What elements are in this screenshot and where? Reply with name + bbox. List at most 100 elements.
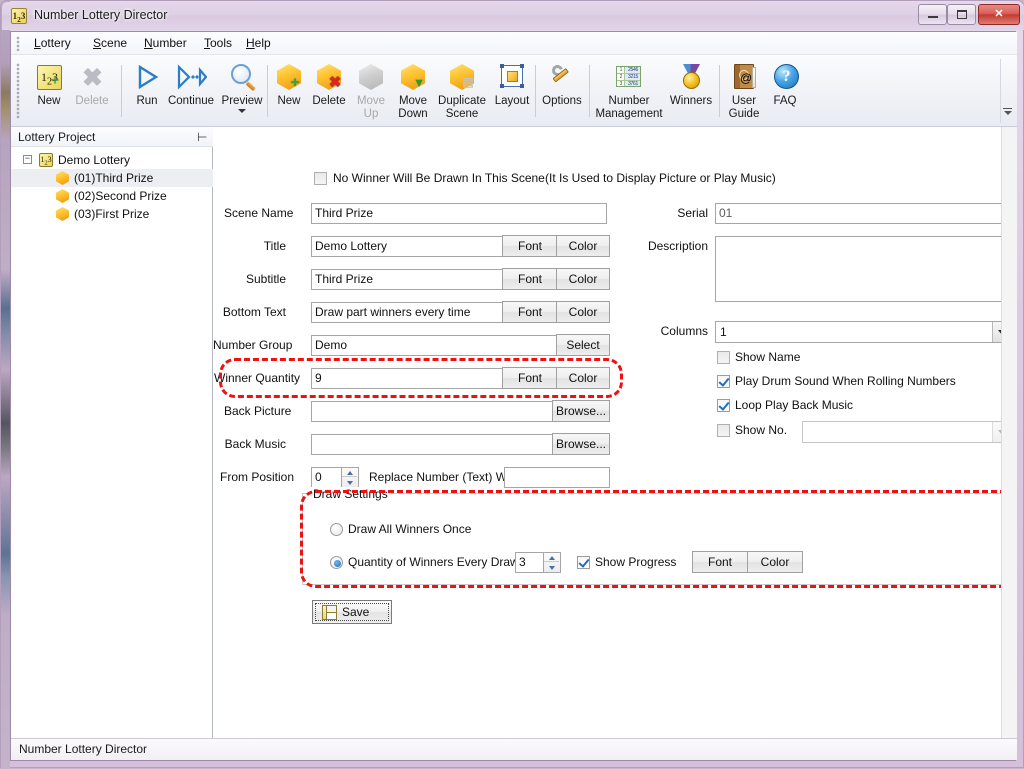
winner-quantity-color-button[interactable]: Color: [556, 367, 610, 389]
stepper-down-icon[interactable]: [342, 478, 357, 487]
number-group-input[interactable]: Demo: [311, 335, 558, 356]
quantity-every-draw-input[interactable]: 3: [515, 552, 544, 573]
scene-name-input[interactable]: Third Prize: [311, 203, 607, 224]
stepper-down-icon[interactable]: [544, 563, 559, 572]
show-no-select[interactable]: [802, 421, 1011, 443]
menu-number[interactable]: Number: [137, 35, 194, 52]
menu-lottery[interactable]: Lottery: [27, 35, 78, 52]
toolbar-continue-button[interactable]: Continue: [163, 59, 219, 123]
pin-icon[interactable]: ⊥: [195, 132, 209, 142]
close-button[interactable]: ✕: [978, 4, 1020, 25]
toolbar-duplicate-scene-button[interactable]: ▤ Duplicate Scene: [433, 59, 491, 123]
draw-all-winners-radio[interactable]: [330, 523, 343, 536]
no-winner-checkbox[interactable]: [314, 172, 327, 185]
from-position-input[interactable]: 0: [311, 467, 342, 488]
form-scrollbar[interactable]: [1001, 127, 1017, 740]
draw-settings-color-button[interactable]: Color: [747, 551, 803, 573]
replace-number-input[interactable]: [504, 467, 610, 488]
menu-grip-handle[interactable]: [16, 36, 20, 51]
bottom-text-input[interactable]: Draw part winners every time: [311, 302, 503, 323]
quantity-every-draw-stepper[interactable]: [544, 552, 561, 573]
quantity-every-draw-radio[interactable]: [330, 556, 343, 569]
cube-up-icon: [355, 61, 387, 93]
toolbar-run-button[interactable]: Run: [127, 59, 167, 123]
toolbar-options-button[interactable]: Options: [539, 59, 585, 123]
title-font-button[interactable]: Font: [502, 235, 558, 257]
toolbar-overflow-button[interactable]: [1000, 59, 1014, 123]
tree-item-second-prize[interactable]: (02)Second Prize: [11, 187, 213, 205]
bottom-text-font-button[interactable]: Font: [502, 301, 558, 323]
toolbar-user-guide-button[interactable]: @ User Guide: [723, 59, 765, 123]
menu-tools[interactable]: Tools: [197, 35, 239, 52]
show-no-checkbox[interactable]: [717, 424, 730, 437]
quantity-every-draw-label: Quantity of Winners Every Draw: [348, 555, 519, 569]
winner-quantity-label: Winner Quantity: [214, 371, 301, 385]
back-music-browse-button[interactable]: Browse...: [552, 433, 610, 455]
toolbar-number-management-button[interactable]: 1 2546 2 3215 3 3761 Number Management: [593, 59, 665, 123]
lottery-icon: 123: [39, 153, 53, 167]
toolbar-new-lottery-button[interactable]: 123 + New: [27, 59, 71, 123]
main-toolbar: 123 + New ✖ Delete Run Continue Preview …: [11, 55, 1017, 127]
play-drum-checkbox[interactable]: [717, 375, 730, 388]
toolbar-separator: [589, 65, 590, 117]
title-input[interactable]: Demo Lottery: [311, 236, 503, 257]
subtitle-color-button[interactable]: Color: [556, 268, 610, 290]
medal-icon: [675, 61, 707, 93]
chevron-down-icon[interactable]: [238, 109, 246, 113]
number-group-label: Number Group: [213, 338, 293, 352]
draw-settings-font-button[interactable]: Font: [692, 551, 748, 573]
show-progress-checkbox[interactable]: [577, 556, 590, 569]
toolbar-preview-button[interactable]: Preview: [215, 59, 269, 123]
toolbar-delete-lottery-button[interactable]: ✖ Delete: [69, 59, 115, 123]
menu-scene[interactable]: Scene: [86, 35, 134, 52]
columns-value: 1: [720, 325, 727, 339]
show-name-checkbox[interactable]: [717, 351, 730, 364]
toolbar-label: FAQ: [773, 95, 797, 107]
maximize-button[interactable]: [947, 4, 976, 25]
minimize-button[interactable]: [918, 4, 947, 25]
desktop-bleed-strip: [1, 1, 10, 769]
toolbar-delete-scene-button[interactable]: ✖ Delete: [306, 59, 352, 123]
toolbar-move-up-button[interactable]: Move Up: [351, 59, 391, 123]
continue-icon: [175, 61, 208, 93]
number-grid-icon: 1 2546 2 3215 3 3761: [612, 61, 646, 93]
stepper-up-icon[interactable]: [342, 468, 357, 477]
toolbar-label: Move Up: [356, 95, 386, 120]
toolbar-grip-handle[interactable]: [16, 63, 20, 119]
from-position-stepper[interactable]: [342, 467, 359, 488]
toolbar-new-scene-button[interactable]: + New: [271, 59, 307, 123]
title-color-button[interactable]: Color: [556, 235, 610, 257]
number-group-select-button[interactable]: Select: [556, 334, 610, 356]
tree-item-third-prize[interactable]: (01)Third Prize: [11, 169, 213, 187]
title-bar[interactable]: 123 Number Lottery Director ✕: [2, 2, 1024, 30]
subtitle-font-button[interactable]: Font: [502, 268, 558, 290]
menu-help[interactable]: Help: [239, 35, 278, 52]
expander-icon[interactable]: −: [23, 155, 32, 164]
loop-music-checkbox[interactable]: [717, 399, 730, 412]
no-winner-hint: (It Is Used to Display Picture or Play M…: [545, 171, 776, 185]
toolbar-move-down-button[interactable]: ▼ Move Down: [391, 59, 435, 123]
columns-select[interactable]: 1: [715, 321, 1011, 343]
tree-item-first-prize[interactable]: (03)First Prize: [11, 205, 213, 223]
magnifier-icon: [226, 61, 258, 93]
toolbar-winners-button[interactable]: Winners: [664, 59, 718, 123]
serial-input[interactable]: 01: [715, 203, 1011, 224]
back-picture-input[interactable]: [311, 401, 554, 422]
panel-header: Lottery Project ⊥: [11, 127, 213, 147]
book-icon: @: [728, 61, 760, 93]
cube-plus-icon: +: [273, 61, 305, 93]
winner-quantity-input[interactable]: 9: [311, 368, 503, 389]
winner-quantity-font-button[interactable]: Font: [502, 367, 558, 389]
stepper-up-icon[interactable]: [544, 553, 559, 562]
toolbar-faq-button[interactable]: ? FAQ: [765, 59, 805, 123]
save-button-label: Save: [342, 605, 370, 619]
back-picture-browse-button[interactable]: Browse...: [552, 400, 610, 422]
description-label: Description: [647, 239, 708, 253]
back-music-input[interactable]: [311, 434, 554, 455]
toolbar-layout-button[interactable]: Layout: [491, 59, 533, 123]
save-button[interactable]: Save: [312, 600, 392, 624]
description-textarea[interactable]: [715, 236, 1011, 302]
subtitle-input[interactable]: Third Prize: [311, 269, 503, 290]
tree-root-demo-lottery[interactable]: − 123 Demo Lottery: [11, 151, 213, 169]
bottom-text-color-button[interactable]: Color: [556, 301, 610, 323]
